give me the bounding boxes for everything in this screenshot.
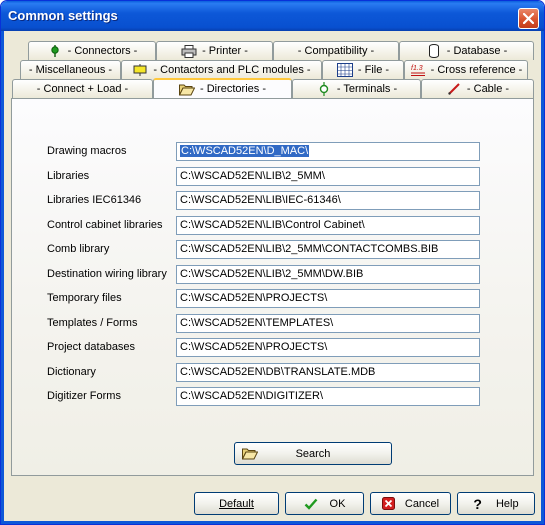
checkmark-icon xyxy=(304,498,318,510)
tab-miscellaneous[interactable]: - Miscellaneous - xyxy=(20,60,121,79)
cancel-icon xyxy=(381,497,395,510)
window-frame-right xyxy=(541,31,544,524)
directory-path-field[interactable]: C:\WSCAD52EN\DIGITIZER\ xyxy=(176,387,480,406)
cancel-button-label: Cancel xyxy=(404,497,440,510)
directory-label: Libraries IEC61346 xyxy=(47,194,142,206)
common-settings-dialog: Common settings - Connectors - - Printer xyxy=(0,0,545,525)
search-button-label: Search xyxy=(295,447,331,460)
directory-label: Project databases xyxy=(47,341,136,353)
tab-label: - Terminals - xyxy=(336,83,398,95)
tab-label: - Miscellaneous - xyxy=(28,64,113,76)
tab-label: - Compatibility - xyxy=(297,45,375,57)
directory-path-field[interactable]: C:\WSCAD52EN\LIB\2_5MM\DW.BIB xyxy=(176,265,480,284)
directory-path-value: C:\WSCAD52EN\LIB\2_5MM\ xyxy=(180,170,325,182)
database-icon xyxy=(426,44,442,58)
directory-path-field[interactable]: C:\WSCAD52EN\LIB\2_5MM\ xyxy=(176,167,480,186)
tab-contactors-plc[interactable]: - Contactors and PLC modules - xyxy=(121,60,322,79)
connector-icon xyxy=(47,44,63,58)
tab-label: - Database - xyxy=(446,45,508,57)
tab-cable[interactable]: - Cable - xyxy=(421,79,534,98)
tab-label: - Connect + Load - xyxy=(36,83,129,95)
directory-path-field[interactable]: C:\WSCAD52EN\LIB\Control Cabinet\ xyxy=(176,216,480,235)
directory-path-value: C:\WSCAD52EN\DB\TRANSLATE.MDB xyxy=(180,366,376,378)
window-frame-bottom xyxy=(1,521,544,524)
window-frame-left xyxy=(1,31,4,524)
search-button[interactable]: Search xyxy=(234,442,392,465)
directory-label: Destination wiring library xyxy=(47,268,167,280)
help-icon: ? xyxy=(473,495,482,512)
directory-label: Temporary files xyxy=(47,292,122,304)
directory-path-field[interactable]: C:\WSCAD52EN\PROJECTS\ xyxy=(176,289,480,308)
directory-path-value: C:\WSCAD52EN\PROJECTS\ xyxy=(180,341,328,353)
cross-reference-icon: f1.3 xyxy=(410,63,426,77)
directory-label: Comb library xyxy=(47,243,110,255)
directory-label: Digitizer Forms xyxy=(47,390,121,402)
window-title: Common settings xyxy=(8,8,118,23)
close-button[interactable] xyxy=(518,8,539,29)
directory-path-value: C:\WSCAD52EN\PROJECTS\ xyxy=(180,292,328,304)
tab-file[interactable]: - File - xyxy=(322,60,404,79)
tab-label: - Directories - xyxy=(199,83,266,95)
title-bar[interactable]: Common settings xyxy=(1,1,544,31)
help-button[interactable]: ? Help xyxy=(457,492,535,515)
folder-open-icon xyxy=(242,447,258,460)
folder-open-icon xyxy=(178,82,195,96)
tab-terminals[interactable]: - Terminals - xyxy=(292,79,421,98)
directory-path-field[interactable]: C:\WSCAD52EN\LIB\IEC-61346\ xyxy=(176,191,480,210)
contactor-icon xyxy=(132,63,148,77)
tab-printer[interactable]: - Printer - xyxy=(156,41,273,60)
tab-database[interactable]: - Database - xyxy=(399,41,534,60)
directory-path-value: C:\WSCAD52EN\LIB\2_5MM\DW.BIB xyxy=(180,268,364,280)
tab-directories[interactable]: - Directories - xyxy=(153,78,292,98)
directory-path-value: C:\WSCAD52EN\LIB\Control Cabinet\ xyxy=(180,219,365,231)
ok-button-label: OK xyxy=(329,497,346,510)
svg-text:f1.3: f1.3 xyxy=(411,65,423,72)
tab-cross-reference[interactable]: f1.3 - Cross reference - xyxy=(404,60,528,79)
terminal-icon xyxy=(316,82,332,96)
directory-path-field[interactable]: C:\WSCAD52EN\D_MAC\ xyxy=(176,142,480,161)
cancel-button[interactable]: Cancel xyxy=(370,492,451,515)
directory-path-field[interactable]: C:\WSCAD52EN\LIB\2_5MM\CONTACTCOMBS.BIB xyxy=(176,240,480,259)
default-button-label: Default xyxy=(219,497,254,510)
directory-path-value: C:\WSCAD52EN\DIGITIZER\ xyxy=(180,390,324,402)
directory-label: Drawing macros xyxy=(47,145,127,157)
cable-icon xyxy=(446,82,462,96)
directory-path-field[interactable]: C:\WSCAD52EN\TEMPLATES\ xyxy=(176,314,480,333)
tab-label: - Printer - xyxy=(202,45,248,57)
printer-icon xyxy=(181,44,197,58)
help-button-label: Help xyxy=(495,497,519,510)
directory-label: Libraries xyxy=(47,170,90,182)
tab-connect-load[interactable]: - Connect + Load - xyxy=(12,79,153,98)
directory-path-value: C:\WSCAD52EN\D_MAC\ xyxy=(180,145,310,157)
directory-path-field[interactable]: C:\WSCAD52EN\PROJECTS\ xyxy=(176,338,480,357)
close-icon xyxy=(523,13,534,24)
directory-path-field[interactable]: C:\WSCAD52EN\DB\TRANSLATE.MDB xyxy=(176,363,480,382)
directory-label: Control cabinet libraries xyxy=(47,219,163,231)
tab-label: - Contactors and PLC modules - xyxy=(153,64,311,76)
directory-path-value: C:\WSCAD52EN\LIB\IEC-61346\ xyxy=(180,194,341,206)
tab-label: - File - xyxy=(357,64,390,76)
tab-label: - Cable - xyxy=(466,83,510,95)
directory-label: Dictionary xyxy=(47,366,96,378)
ok-button[interactable]: OK xyxy=(285,492,364,515)
tab-compatibility[interactable]: - Compatibility - xyxy=(273,41,399,60)
directory-label: Templates / Forms xyxy=(47,317,138,329)
default-button[interactable]: Default xyxy=(194,492,279,515)
file-grid-icon xyxy=(336,63,353,77)
directory-path-value: C:\WSCAD52EN\LIB\2_5MM\CONTACTCOMBS.BIB xyxy=(180,243,439,255)
tab-label: - Cross reference - xyxy=(430,64,523,76)
directory-path-value: C:\WSCAD52EN\TEMPLATES\ xyxy=(180,317,334,329)
tab-connectors[interactable]: - Connectors - xyxy=(28,41,156,60)
tab-label: - Connectors - xyxy=(67,45,138,57)
